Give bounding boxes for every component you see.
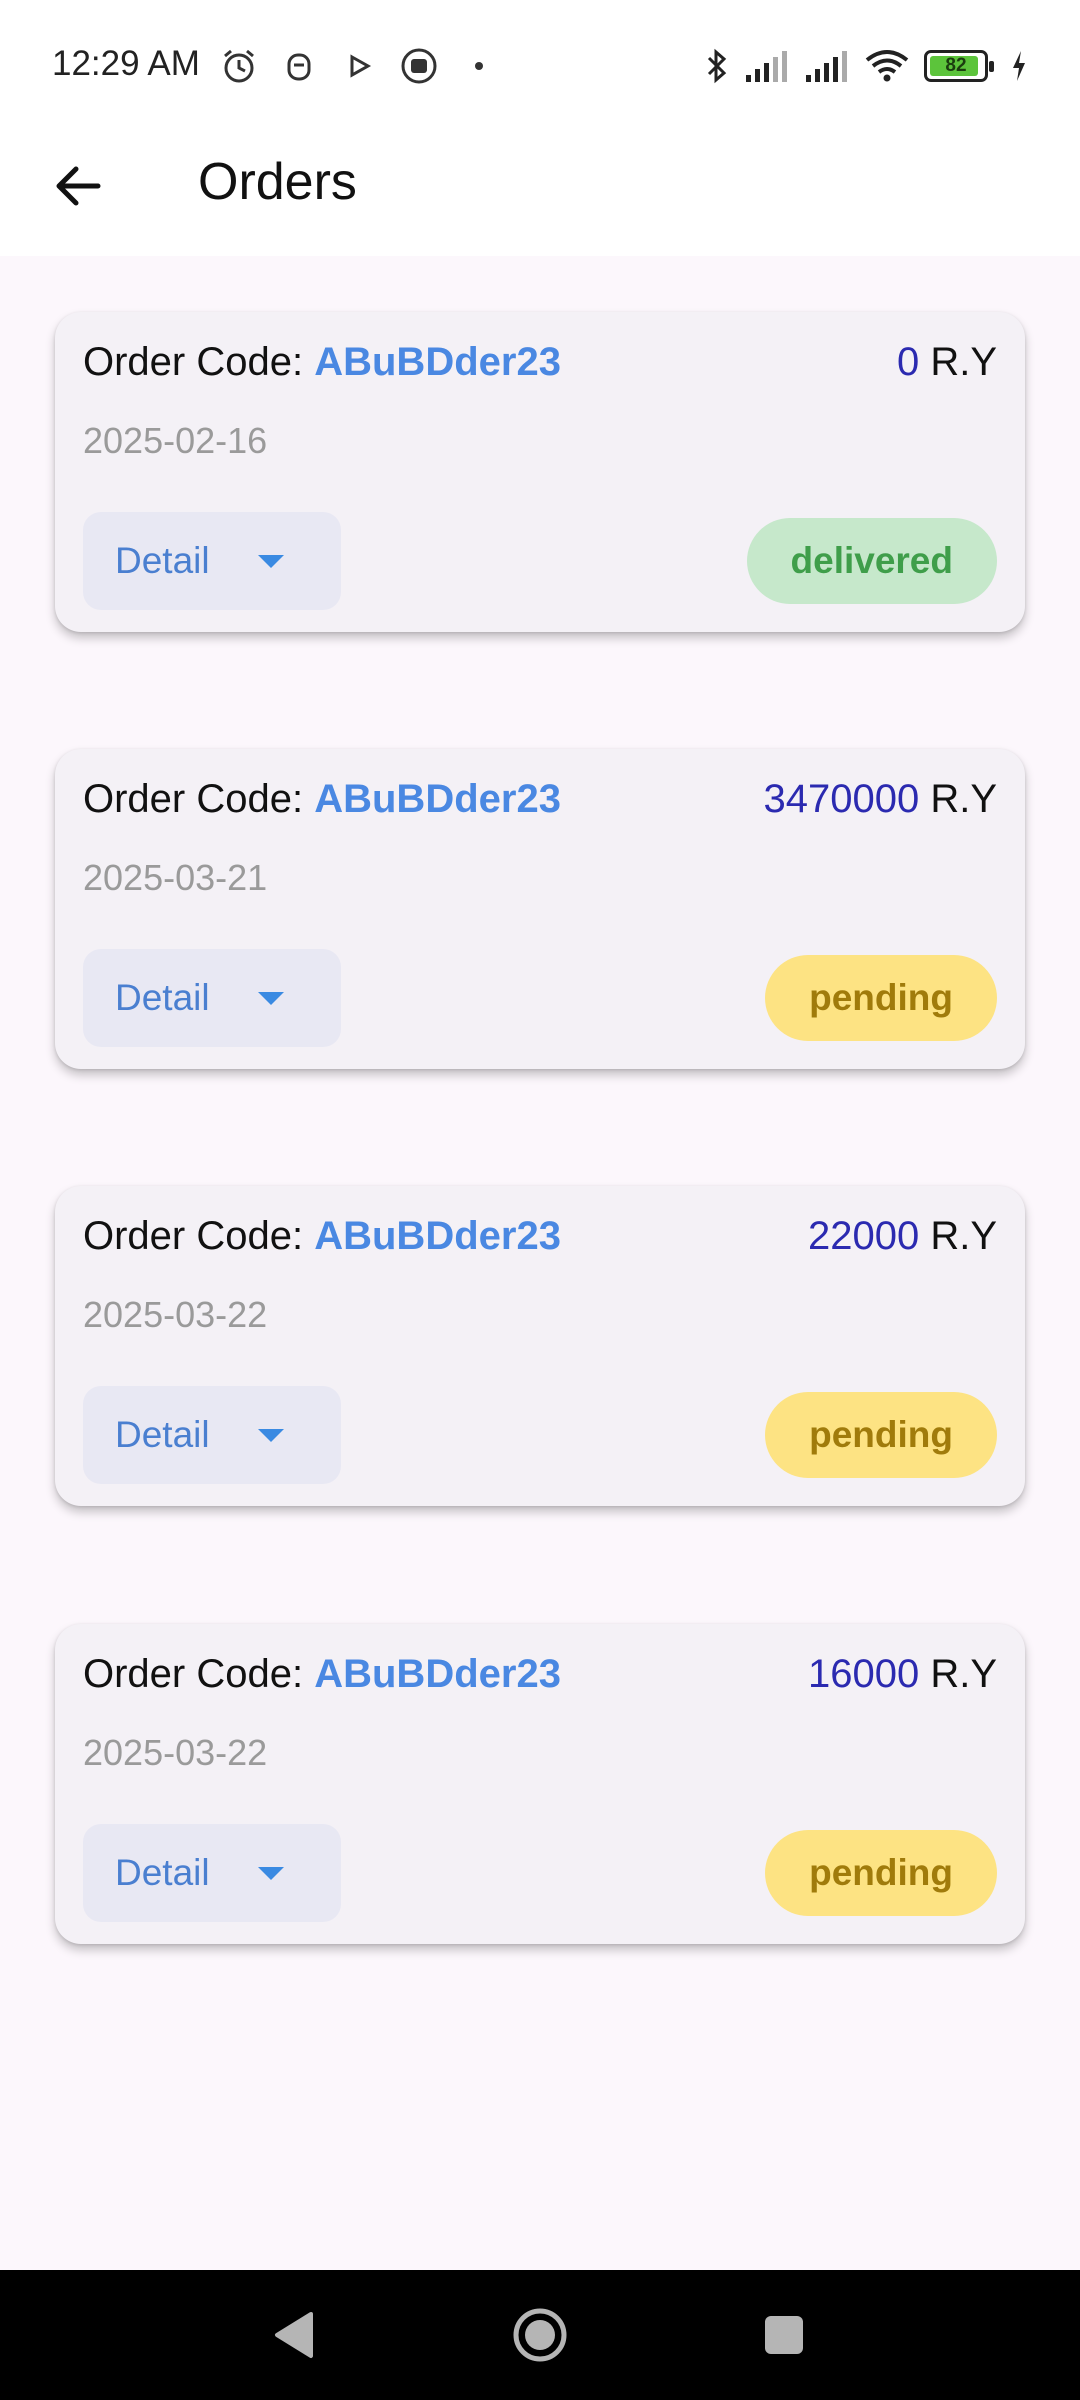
nav-home-button[interactable] (508, 2303, 572, 2367)
status-time: 12:29 AM (52, 44, 200, 83)
status-badge: delivered (746, 518, 997, 604)
amount-value: 0 (896, 340, 920, 384)
order-code-line: Order Code: ABuBDder23 (83, 1214, 561, 1259)
amount-value: 22000 (807, 1214, 920, 1258)
chevron-down-icon (257, 554, 284, 568)
order-card: Order Code: ABuBDder23 3470000 R.Y 2025-… (55, 749, 1025, 1069)
nav-recents-button[interactable] (752, 2303, 816, 2367)
order-code-line: Order Code: ABuBDder23 (83, 777, 561, 822)
back-button[interactable] (42, 150, 114, 222)
order-code-label: Order Code: (83, 1214, 315, 1258)
home-circle-icon (513, 2308, 567, 2362)
app-notification-icon (280, 47, 318, 85)
signal-icon (804, 46, 850, 86)
order-code-line: Order Code: ABuBDder23 (83, 1652, 561, 1697)
order-code-value: ABuBDder23 (314, 1214, 561, 1258)
currency-label: R.Y (919, 340, 997, 384)
battery-level: 82 (945, 55, 967, 76)
status-bar: 12:29 AM 82 (0, 0, 1080, 130)
order-amount: 3470000 R.Y (763, 777, 997, 822)
status-right-icons: 82 (704, 44, 1028, 88)
currency-label: R.Y (919, 1214, 997, 1258)
order-date: 2025-03-22 (83, 1732, 268, 1773)
back-triangle-icon (275, 2312, 313, 2358)
order-code-label: Order Code: (83, 340, 315, 384)
detail-button[interactable]: Detail (83, 512, 341, 610)
orders-list[interactable]: Order Code: ABuBDder23 0 R.Y 2025-02-16 … (0, 256, 1080, 2270)
dot-icon (460, 47, 498, 85)
order-amount: 22000 R.Y (808, 1214, 997, 1259)
currency-label: R.Y (919, 1652, 997, 1696)
amount-value: 16000 (807, 1652, 920, 1696)
order-code-line: Order Code: ABuBDder23 (83, 340, 561, 385)
order-amount: 0 R.Y (897, 340, 997, 385)
system-nav-bar (0, 2270, 1080, 2400)
wifi-icon (864, 46, 910, 86)
order-code-label: Order Code: (83, 1652, 315, 1696)
detail-label: Detail (115, 977, 210, 1018)
battery-icon: 82 (924, 46, 994, 86)
alarm-icon (220, 47, 258, 85)
status-badge: pending (765, 1392, 997, 1478)
status-badge: pending (765, 1830, 997, 1916)
order-code-label: Order Code: (83, 777, 315, 821)
page-title: Orders (198, 153, 357, 211)
order-date: 2025-02-16 (83, 420, 268, 461)
order-card: Order Code: ABuBDder23 22000 R.Y 2025-03… (55, 1186, 1025, 1506)
order-code-value: ABuBDder23 (314, 777, 561, 821)
chevron-down-icon (257, 991, 284, 1005)
bluetooth-icon (704, 46, 730, 86)
signal-icon (744, 46, 790, 86)
detail-button[interactable]: Detail (83, 1386, 341, 1484)
amount-value: 3470000 (763, 777, 920, 821)
nav-back-button[interactable] (262, 2303, 326, 2367)
detail-button[interactable]: Detail (83, 949, 341, 1047)
currency-label: R.Y (919, 777, 997, 821)
charging-icon (1010, 46, 1028, 86)
order-code-value: ABuBDder23 (314, 340, 561, 384)
recents-square-icon (765, 2316, 803, 2354)
status-badge: pending (765, 955, 997, 1041)
detail-button[interactable]: Detail (83, 1824, 341, 1922)
chevron-down-icon (257, 1428, 284, 1442)
order-date: 2025-03-22 (83, 1294, 268, 1335)
detail-label: Detail (115, 1852, 210, 1893)
order-card: Order Code: ABuBDder23 16000 R.Y 2025-03… (55, 1624, 1025, 1944)
chevron-down-icon (257, 1866, 284, 1880)
app-bar: Orders (0, 130, 1080, 256)
detail-label: Detail (115, 540, 210, 581)
order-date: 2025-03-21 (83, 857, 268, 898)
detail-label: Detail (115, 1414, 210, 1455)
play-icon (340, 47, 378, 85)
arrow-left-icon (56, 166, 101, 206)
order-amount: 16000 R.Y (808, 1652, 997, 1697)
media-icon (400, 47, 438, 85)
order-card: Order Code: ABuBDder23 0 R.Y 2025-02-16 … (55, 312, 1025, 632)
order-code-value: ABuBDder23 (314, 1652, 561, 1696)
status-left-icons (220, 44, 498, 88)
